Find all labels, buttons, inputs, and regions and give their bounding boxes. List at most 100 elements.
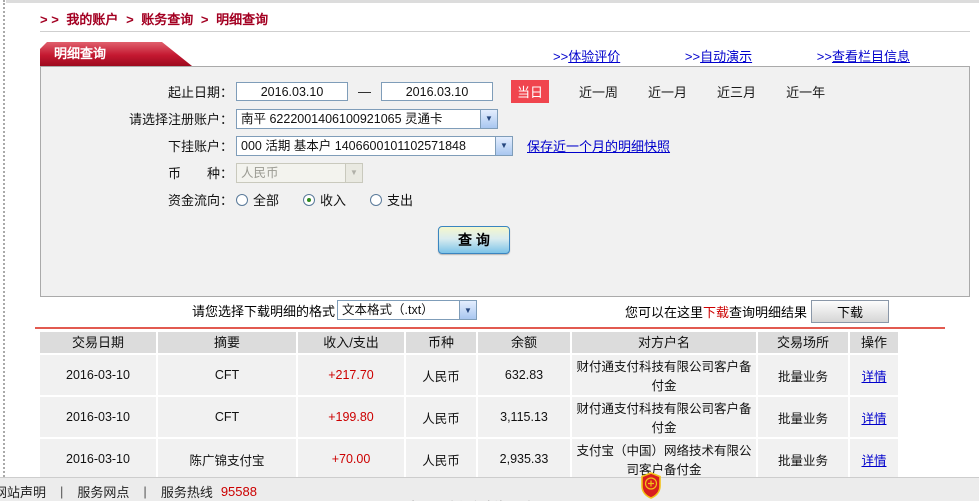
breadcrumb-item-detail-query[interactable]: 明细查询 xyxy=(216,12,268,27)
fund-flow-row: 资金流向： 全部 收入 支出 xyxy=(41,189,969,210)
query-button-row: 查 询 xyxy=(41,229,969,250)
detail-link[interactable]: 详情 xyxy=(861,366,886,385)
cell-summary: 陈广锦支付宝 xyxy=(158,439,296,479)
breadcrumb-prefix: > > xyxy=(40,12,59,27)
sub-account-select[interactable]: 000 活期 基本户 1406600101102571848 ▼ xyxy=(236,136,513,156)
footer: 网站声明 | 服务网点 | 服务热线 95588 中国工商银行版权所有 京ICP… xyxy=(0,477,979,501)
quick-range-week-button[interactable]: 近一周 xyxy=(579,82,618,101)
cell-counterparty: 财付通支付科技有限公司客户备付金 xyxy=(572,397,756,437)
cell-balance: 3,115.13 xyxy=(478,397,570,437)
result-section-divider xyxy=(35,327,945,329)
download-hint-group: 您可以在这里 下载 查询明细结果 下载 xyxy=(625,300,889,323)
cell-balance: 632.83 xyxy=(478,355,570,395)
register-account-select[interactable]: 南平 6222001406100921065 灵通卡 ▼ xyxy=(236,109,498,129)
service-outlets-link[interactable]: 服务网点 xyxy=(77,482,129,501)
flow-option-expense[interactable]: 支出 xyxy=(370,190,413,209)
quick-range-today-button[interactable]: 当日 xyxy=(511,80,549,103)
column-header-amount: 收入/支出 xyxy=(298,332,404,353)
breadcrumb: > > 我的账户 > 账务查询 > 明细查询 xyxy=(40,9,272,28)
hotline-label: 服务热线 xyxy=(161,482,213,501)
footer-separator: | xyxy=(60,484,63,499)
detail-link[interactable]: 详情 xyxy=(861,450,886,469)
site-statement-link[interactable]: 网站声明 xyxy=(0,482,46,501)
top-links: >>体验评价 >>自动演示 >>查看栏目信息 xyxy=(553,46,910,65)
register-account-row: 请选择注册账户： 南平 6222001406100921065 灵通卡 ▼ xyxy=(41,108,969,129)
detail-link[interactable]: 详情 xyxy=(861,408,886,427)
transactions-table: 交易日期 摘要 收入/支出 币种 余额 对方户名 交易场所 操作 2016-03… xyxy=(40,332,898,479)
breadcrumb-divider xyxy=(40,31,970,32)
download-hint-after: 查询明细结果 xyxy=(729,302,807,321)
radio-icon[interactable] xyxy=(236,194,248,206)
download-format-label: 请您选择下载明细的格式 xyxy=(192,301,335,320)
cell-summary: CFT xyxy=(158,397,296,437)
experience-review-link[interactable]: >>体验评价 xyxy=(553,46,620,65)
cell-currency: 人民币 xyxy=(406,439,476,479)
cell-currency: 人民币 xyxy=(406,355,476,395)
query-form-panel: 起止日期： — 当日 近一周 近一月 近三月 近一年 请选择注册账户： 南平 6… xyxy=(40,66,970,297)
sub-account-row: 下挂账户： 000 活期 基本户 1406600101102571848 ▼ 保… xyxy=(41,135,969,156)
fund-flow-label: 资金流向： xyxy=(41,190,236,209)
cell-balance: 2,935.33 xyxy=(478,439,570,479)
breadcrumb-separator: > xyxy=(201,12,209,27)
footer-separator: | xyxy=(143,484,146,499)
column-header-balance: 余额 xyxy=(478,332,570,353)
flow-option-income[interactable]: 收入 xyxy=(303,190,346,209)
cell-counterparty: 支付宝（中国）网络技术有限公司客户备付金 xyxy=(572,439,756,479)
security-badge-icon xyxy=(640,472,662,499)
column-info-link[interactable]: >>查看栏目信息 xyxy=(817,46,910,65)
cell-action: 详情 xyxy=(850,355,898,395)
currency-row: 币 种： 人民币 ▼ xyxy=(41,162,969,183)
column-header-action: 操作 xyxy=(850,332,898,353)
column-header-place: 交易场所 xyxy=(758,332,848,353)
download-format-select[interactable]: 文本格式（.txt） ▼ xyxy=(337,300,477,320)
sub-account-label: 下挂账户： xyxy=(41,136,236,155)
save-snapshot-link[interactable]: 保存近一个月的明细快照 xyxy=(527,136,670,155)
sidebar-dotted-border xyxy=(3,0,5,477)
date-range-row: 起止日期： — 当日 近一周 近一月 近三月 近一年 xyxy=(41,81,969,102)
cell-currency: 人民币 xyxy=(406,397,476,437)
column-header-currency: 币种 xyxy=(406,332,476,353)
chevron-down-icon: ▼ xyxy=(480,110,497,128)
cell-date: 2016-03-10 xyxy=(40,397,156,437)
download-hint-before: 您可以在这里 xyxy=(625,302,703,321)
tab-detail-query: 明细查询 xyxy=(40,42,192,66)
chevron-down-icon: ▼ xyxy=(345,164,362,182)
register-account-label: 请选择注册账户： xyxy=(41,109,236,128)
download-format-group: 请您选择下载明细的格式 文本格式（.txt） ▼ xyxy=(192,300,477,320)
breadcrumb-item-account-query[interactable]: 账务查询 xyxy=(141,12,193,27)
flow-option-all[interactable]: 全部 xyxy=(236,190,279,209)
column-header-counterparty: 对方户名 xyxy=(572,332,756,353)
date-from-input[interactable] xyxy=(236,82,348,101)
cell-action: 详情 xyxy=(850,439,898,479)
date-range-label: 起止日期： xyxy=(41,82,236,101)
breadcrumb-item-my-account[interactable]: 我的账户 xyxy=(66,12,118,27)
download-hint-link[interactable]: 下载 xyxy=(703,302,729,321)
chevron-down-icon: ▼ xyxy=(459,301,476,319)
cell-amount: +217.70 xyxy=(298,355,404,395)
quick-range-year-button[interactable]: 近一年 xyxy=(786,82,825,101)
cell-date: 2016-03-10 xyxy=(40,439,156,479)
auto-demo-link[interactable]: >>自动演示 xyxy=(685,46,752,65)
cell-counterparty: 财付通支付科技有限公司客户备付金 xyxy=(572,355,756,395)
hotline-number: 95588 xyxy=(221,484,257,499)
icbc-detail-query-page: > > 我的账户 > 账务查询 > 明细查询 明细查询 >>体验评价 >>自动演… xyxy=(0,0,979,501)
query-button[interactable]: 查 询 xyxy=(438,226,510,254)
date-to-input[interactable] xyxy=(381,82,493,101)
cell-amount: +70.00 xyxy=(298,439,404,479)
date-dash: — xyxy=(358,84,371,99)
cell-place: 批量业务 xyxy=(758,439,848,479)
cell-place: 批量业务 xyxy=(758,397,848,437)
quick-range-month-button[interactable]: 近一月 xyxy=(648,82,687,101)
cell-summary: CFT xyxy=(158,355,296,395)
cell-action: 详情 xyxy=(850,397,898,437)
quick-range-quarter-button[interactable]: 近三月 xyxy=(717,82,756,101)
top-edge-divider xyxy=(6,0,979,3)
cell-place: 批量业务 xyxy=(758,355,848,395)
radio-icon[interactable] xyxy=(303,194,315,206)
download-button[interactable]: 下载 xyxy=(811,300,889,323)
download-row: 请您选择下载明细的格式 文本格式（.txt） ▼ 您可以在这里 下载 查询明细结… xyxy=(0,300,979,326)
currency-label: 币 种： xyxy=(41,163,236,182)
column-header-date: 交易日期 xyxy=(40,332,156,353)
radio-icon[interactable] xyxy=(370,194,382,206)
chevron-down-icon: ▼ xyxy=(495,137,512,155)
